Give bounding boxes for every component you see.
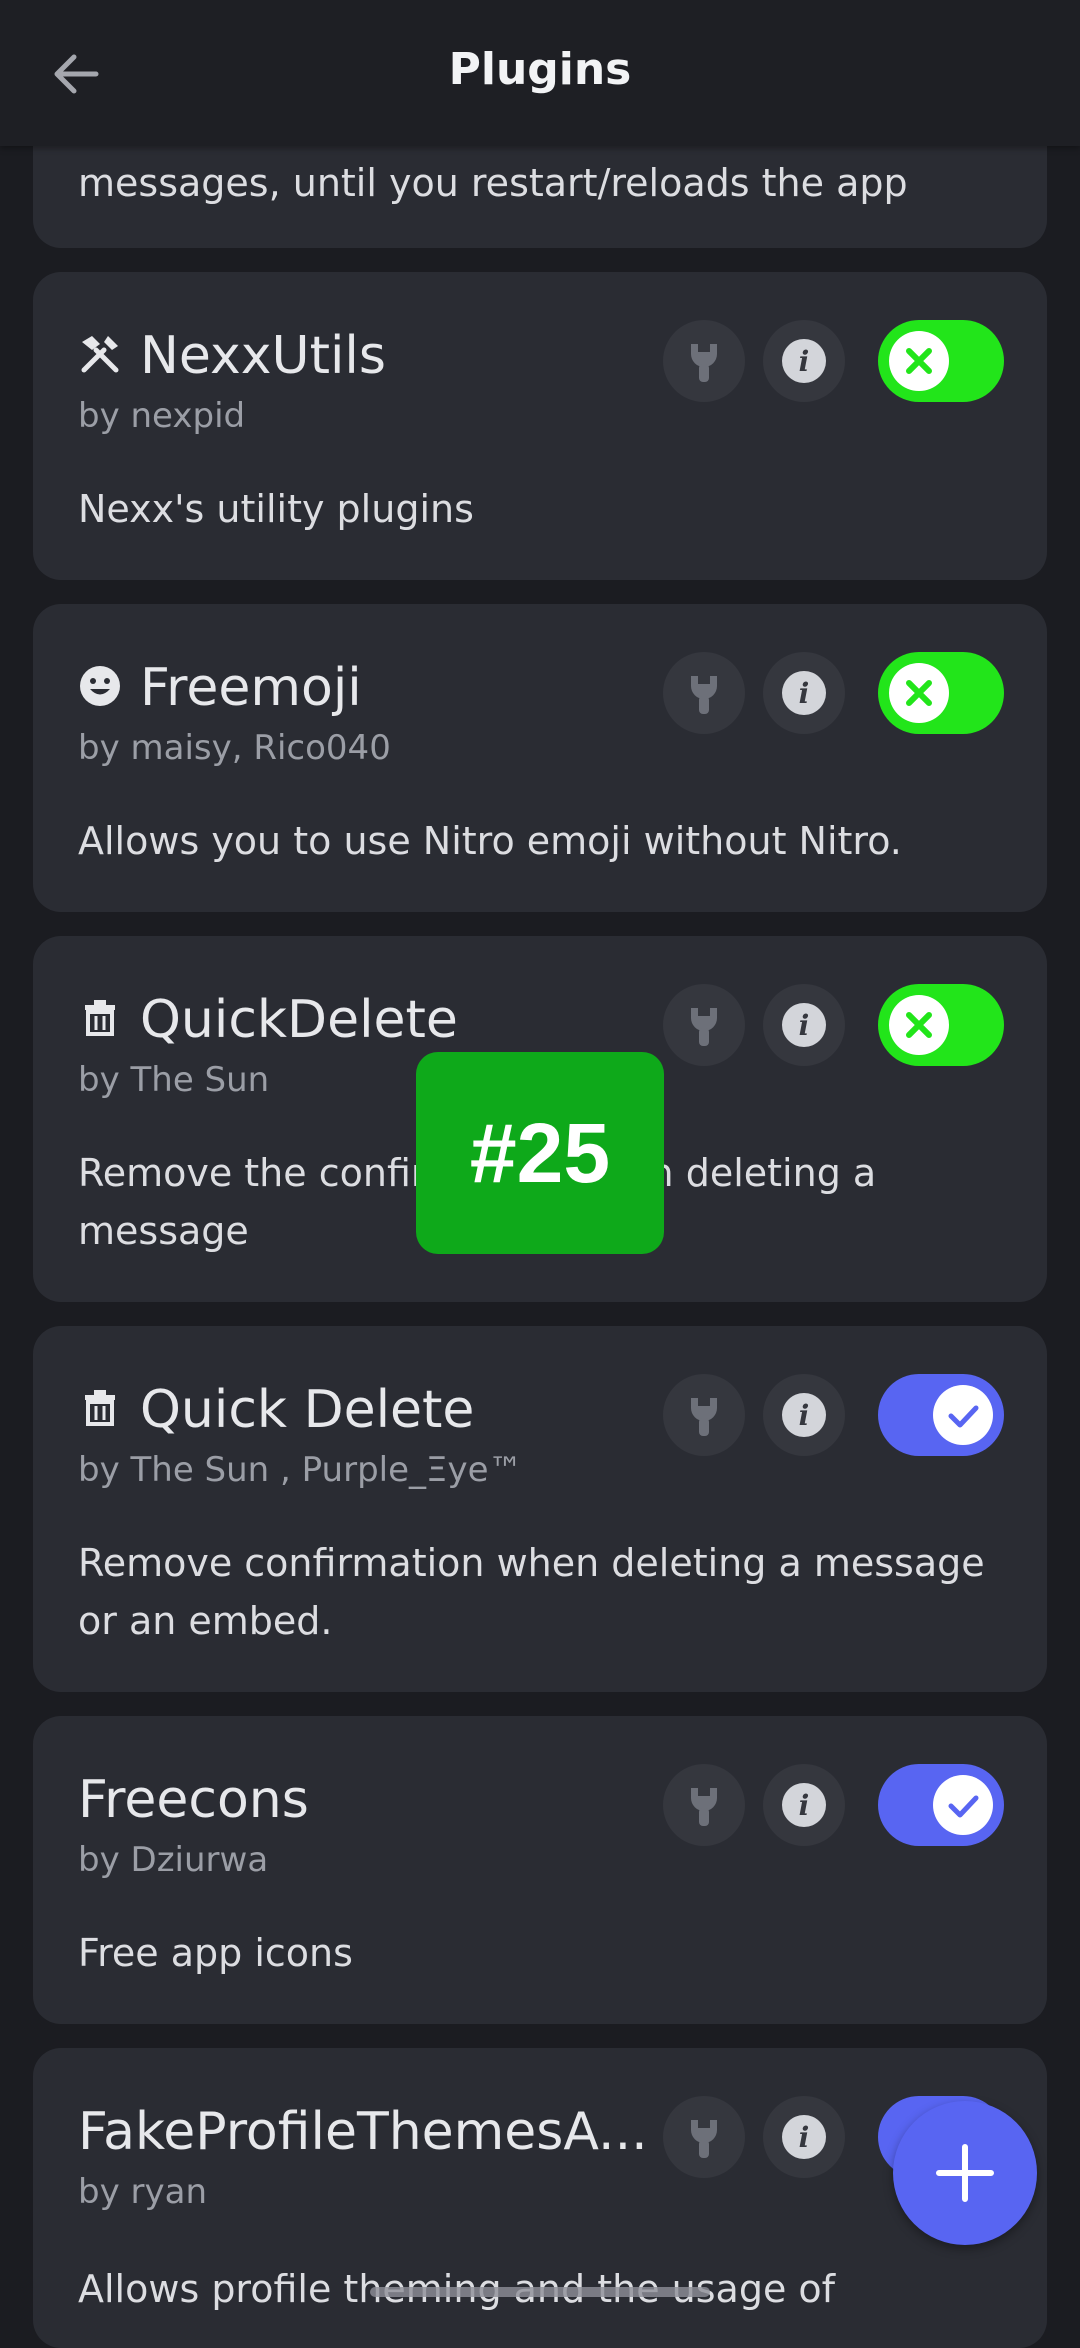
add-plugin-button[interactable] (893, 2101, 1037, 2245)
plugin-card-quick-delete: Quick Delete by The Sun , Purple_Ξye™ i … (33, 1326, 1047, 1692)
smiley-icon (78, 664, 122, 708)
page-title: Plugins (448, 44, 632, 95)
plugin-card-freecons: Freecons by Dziurwa i Free app icons (33, 1716, 1047, 2024)
info-icon: i (782, 1393, 826, 1437)
info-icon: i (782, 1783, 826, 1827)
plugin-settings-button[interactable] (663, 2096, 745, 2178)
plugin-card-nexxutils: NexxUtils by nexpid i Nexx's utility plu… (33, 272, 1047, 580)
plugin-info-button[interactable]: i (763, 2096, 845, 2178)
plugin-settings-button[interactable] (663, 652, 745, 734)
plugin-toggle[interactable] (878, 320, 1004, 402)
gesture-handle[interactable] (370, 2287, 710, 2297)
plugin-name: Freemoji (140, 658, 362, 718)
plugin-description: Remove confirmation when deleting a mess… (78, 1541, 985, 1643)
plugin-description: messages, until you restart/reloads the … (78, 161, 908, 205)
wrench-icon (691, 2120, 717, 2158)
info-icon: i (782, 671, 826, 715)
plugin-description: Nexx's utility plugins (78, 487, 474, 531)
plugin-settings-button[interactable] (663, 984, 745, 1066)
plugin-name: NexxUtils (140, 326, 386, 386)
plugin-info-button[interactable]: i (763, 320, 845, 402)
plugin-name: Quick Delete (140, 1380, 475, 1440)
plugin-toggle[interactable] (878, 984, 1004, 1066)
close-icon (906, 680, 932, 706)
info-icon: i (782, 2115, 826, 2159)
svg-text:i: i (799, 1789, 810, 1822)
close-icon (906, 348, 932, 374)
plugin-settings-button[interactable] (663, 1374, 745, 1456)
wrench-icon (691, 344, 717, 382)
plugin-description: Free app icons (78, 1931, 353, 1975)
app-header: Plugins (0, 0, 1080, 146)
plugin-name: FakeProfileThemesA... (78, 2102, 648, 2162)
check-icon (948, 1405, 979, 1428)
svg-text:i: i (799, 1399, 810, 1432)
plugin-author: by Dziurwa (78, 1840, 269, 1880)
wrench-icon (691, 676, 717, 714)
trash-icon (78, 1386, 122, 1430)
plugin-description: Allows you to use Nitro emoji without Ni… (78, 819, 902, 863)
svg-text:i: i (799, 677, 810, 710)
svg-text:i: i (799, 1009, 810, 1042)
plugin-toggle[interactable] (878, 1374, 1004, 1456)
plugin-toggle[interactable] (878, 1764, 1004, 1846)
plugin-info-button[interactable]: i (763, 1374, 845, 1456)
plugin-settings-button[interactable] (663, 320, 745, 402)
info-icon: i (782, 1003, 826, 1047)
plugin-author: by The Sun , Purple_Ξye™ (78, 1450, 523, 1490)
plus-icon (936, 2144, 994, 2202)
plugin-info-button[interactable]: i (763, 652, 845, 734)
tools-icon (78, 332, 122, 376)
check-icon (948, 1795, 979, 1818)
plugin-name: QuickDelete (140, 990, 458, 1050)
plugin-author: by The Sun (78, 1060, 270, 1100)
svg-text:i: i (799, 345, 810, 378)
step-badge: #25 (416, 1052, 664, 1254)
plugin-card-freemoji: Freemoji by maisy, Rico040 i Allows you … (33, 604, 1047, 912)
trash-icon (78, 996, 122, 1040)
wrench-icon (691, 1788, 717, 1826)
plugin-info-button[interactable]: i (763, 1764, 845, 1846)
close-icon (906, 1012, 932, 1038)
plugin-name: Freecons (78, 1770, 309, 1830)
plugin-settings-button[interactable] (663, 1764, 745, 1846)
info-icon: i (782, 339, 826, 383)
wrench-icon (691, 1008, 717, 1046)
plugin-info-button[interactable]: i (763, 984, 845, 1066)
plugin-author: by ryan (78, 2172, 207, 2212)
wrench-icon (691, 1398, 717, 1436)
plugin-toggle[interactable] (878, 652, 1004, 734)
plugin-author: by maisy, Rico040 (78, 728, 391, 768)
plugin-author: by nexpid (78, 396, 246, 436)
svg-text:i: i (799, 2121, 810, 2154)
